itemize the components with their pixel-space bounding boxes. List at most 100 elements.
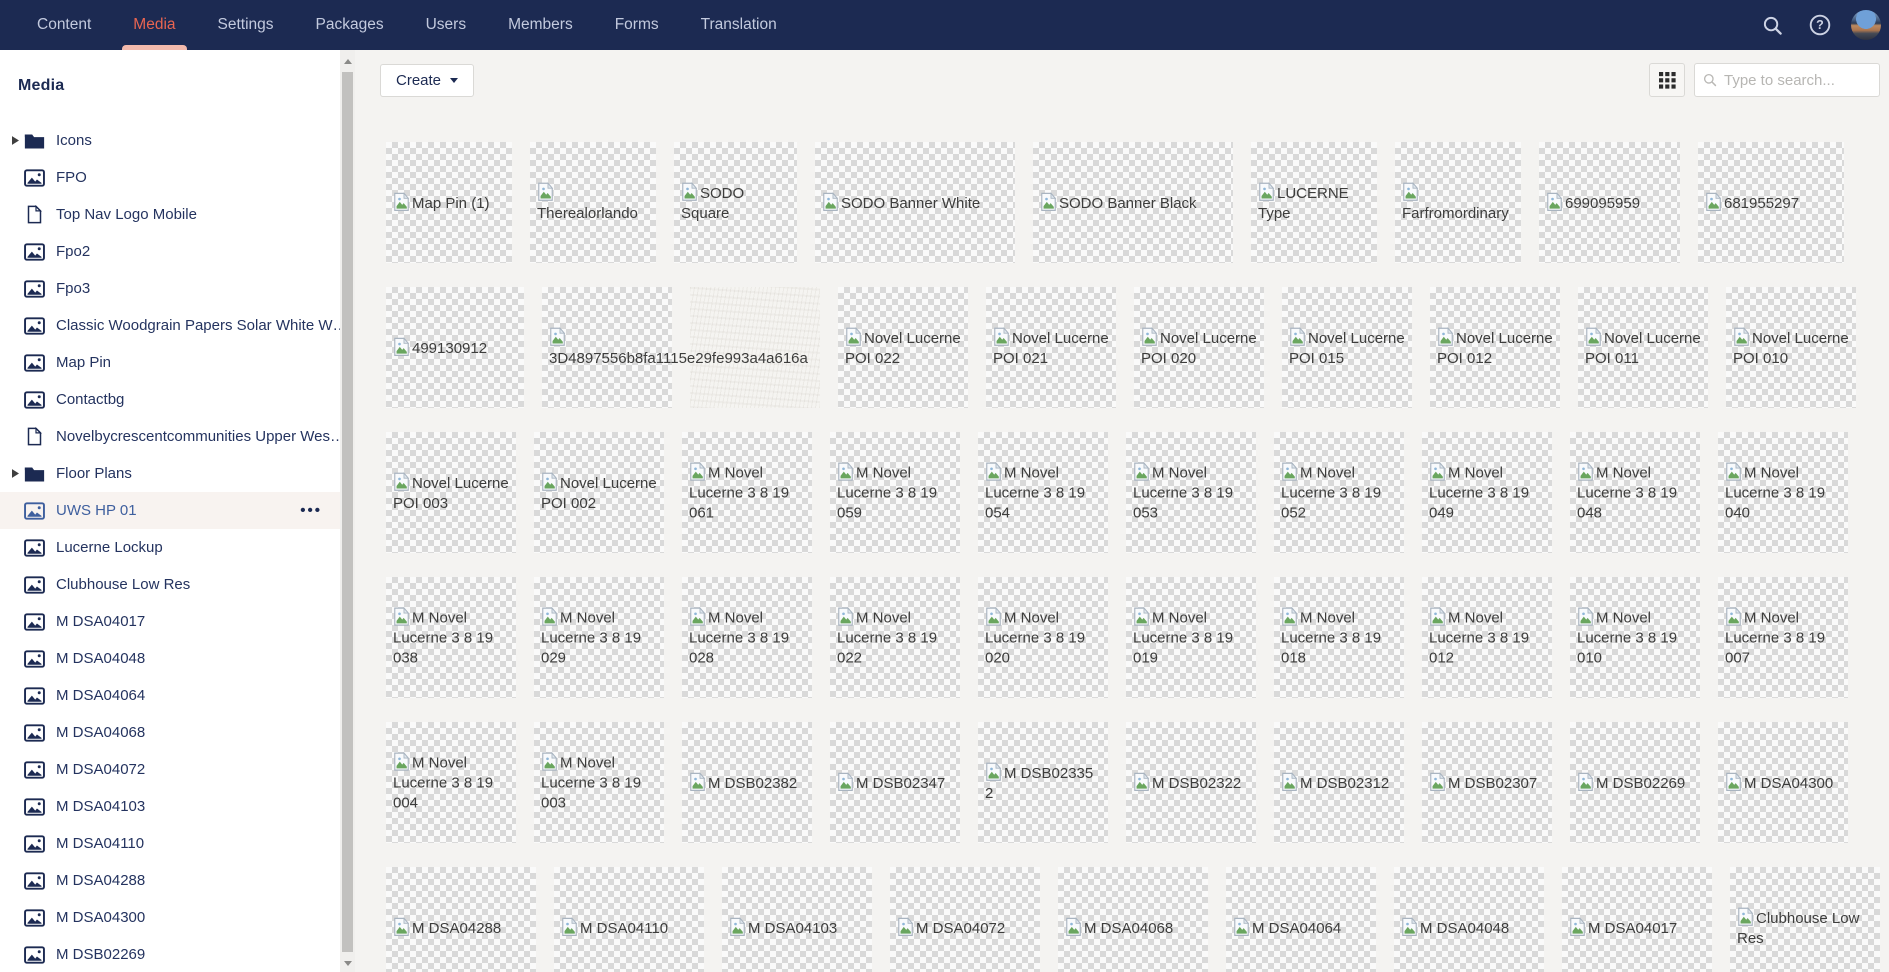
media-tile-m-novel-lucerne-3-8-19-029[interactable]: M Novel Lucerne 3 8 19 029 xyxy=(534,577,664,698)
media-tile-novel-lucerne-poi-010[interactable]: Novel Lucerne POI 010 xyxy=(1726,287,1856,408)
nav-item-packages[interactable]: Packages xyxy=(295,0,405,50)
media-tile-m-dsb02269[interactable]: M DSB02269 xyxy=(1570,722,1700,843)
media-tile-m-novel-lucerne-3-8-19-003[interactable]: M Novel Lucerne 3 8 19 003 xyxy=(534,722,664,843)
media-tile-m-dsb02335-2[interactable]: M DSB02335 2 xyxy=(978,722,1108,843)
grid-view-toggle-button[interactable] xyxy=(1649,63,1685,97)
media-tile-map-pin-1[interactable]: Map Pin (1) xyxy=(386,142,512,263)
media-tile-m-novel-lucerne-3-8-19-028[interactable]: M Novel Lucerne 3 8 19 028 xyxy=(682,577,812,698)
media-tile-m-dsa04110[interactable]: M DSA04110 xyxy=(554,867,704,972)
media-tile-m-novel-lucerne-3-8-19-004[interactable]: M Novel Lucerne 3 8 19 004 xyxy=(386,722,516,843)
media-tile-m-dsb02347[interactable]: M DSB02347 xyxy=(830,722,960,843)
media-tile-novel-lucerne-poi-020[interactable]: Novel Lucerne POI 020 xyxy=(1134,287,1264,408)
media-tile-clubhouse-low-res[interactable]: Clubhouse Low Res xyxy=(1730,867,1880,972)
media-tile-m-novel-lucerne-3-8-19-038[interactable]: M Novel Lucerne 3 8 19 038 xyxy=(386,577,516,698)
media-tile-novel-lucerne-poi-002[interactable]: Novel Lucerne POI 002 xyxy=(534,432,664,553)
media-tile-m-dsa04288[interactable]: M DSA04288 xyxy=(386,867,536,972)
create-button[interactable]: Create xyxy=(380,64,474,97)
sidebar-item-m-dsa04288[interactable]: M DSA04288 xyxy=(0,862,340,899)
item-actions-button[interactable]: ••• xyxy=(300,502,322,519)
media-tile-m-dsb02382[interactable]: M DSB02382 xyxy=(682,722,812,843)
media-search-input[interactable] xyxy=(1724,72,1871,89)
expand-caret[interactable] xyxy=(8,136,23,145)
sidebar-item-icons[interactable]: Icons xyxy=(0,122,340,159)
scrollbar-thumb[interactable] xyxy=(342,72,353,952)
sidebar-item-clubhouse-low-res[interactable]: Clubhouse Low Res xyxy=(0,566,340,603)
nav-item-forms[interactable]: Forms xyxy=(594,0,680,50)
media-tile-m-novel-lucerne-3-8-19-061[interactable]: M Novel Lucerne 3 8 19 061 xyxy=(682,432,812,553)
media-tile-farfromordinary[interactable]: Farfromordinary xyxy=(1395,142,1521,263)
sidebar-item-fpo[interactable]: FPO xyxy=(0,159,340,196)
media-tile-novel-lucerne-poi-011[interactable]: Novel Lucerne POI 011 xyxy=(1578,287,1708,408)
media-tile-m-novel-lucerne-3-8-19-022[interactable]: M Novel Lucerne 3 8 19 022 xyxy=(830,577,960,698)
user-avatar[interactable] xyxy=(1851,10,1881,40)
media-tile-499130912[interactable]: 499130912 xyxy=(386,287,524,408)
media-tile-novel-lucerne-poi-022[interactable]: Novel Lucerne POI 022 xyxy=(838,287,968,408)
sidebar-item-m-dsa04300[interactable]: M DSA04300 xyxy=(0,899,340,936)
media-tile-m-dsa04017[interactable]: M DSA04017 xyxy=(1562,867,1712,972)
media-tile-sodo-banner-black[interactable]: SODO Banner Black xyxy=(1033,142,1233,263)
sidebar-item-floor-plans[interactable]: Floor Plans xyxy=(0,455,340,492)
media-tile-681955297[interactable]: 681955297 xyxy=(1698,142,1844,263)
media-tile-m-novel-lucerne-3-8-19-053[interactable]: M Novel Lucerne 3 8 19 053 xyxy=(1126,432,1256,553)
sidebar-item-top-nav-logo-mobile[interactable]: Top Nav Logo Mobile xyxy=(0,196,340,233)
media-tile-m-novel-lucerne-3-8-19-048[interactable]: M Novel Lucerne 3 8 19 048 xyxy=(1570,432,1700,553)
media-tile-novel-lucerne-poi-003[interactable]: Novel Lucerne POI 003 xyxy=(386,432,516,553)
media-tile-novel-lucerne-poi-015[interactable]: Novel Lucerne POI 015 xyxy=(1282,287,1412,408)
sidebar-item-m-dsa04110[interactable]: M DSA04110 xyxy=(0,825,340,862)
expand-caret[interactable] xyxy=(8,469,23,478)
media-tile-3d4897556b8fa1115e29fe993a4a616a[interactable]: 3D4897556b8fa1115e29fe993a4a616a xyxy=(542,287,672,408)
media-tile-therealorlando[interactable]: Therealorlando xyxy=(530,142,656,263)
nav-item-media[interactable]: Media xyxy=(112,0,196,50)
sidebar-item-m-dsa04064[interactable]: M DSA04064 xyxy=(0,677,340,714)
media-tile-m-dsa04048[interactable]: M DSA04048 xyxy=(1394,867,1544,972)
media-tile-m-novel-lucerne-3-8-19-040[interactable]: M Novel Lucerne 3 8 19 040 xyxy=(1718,432,1848,553)
nav-item-settings[interactable]: Settings xyxy=(197,0,295,50)
sidebar-item-m-dsb02269[interactable]: M DSB02269 xyxy=(0,936,340,972)
help-button[interactable]: ? xyxy=(1803,8,1837,42)
sidebar-item-lucerne-lockup[interactable]: Lucerne Lockup xyxy=(0,529,340,566)
media-tile-novel-lucerne-poi-021[interactable]: Novel Lucerne POI 021 xyxy=(986,287,1116,408)
global-search-button[interactable] xyxy=(1755,8,1789,42)
media-tile-sodo-square[interactable]: SODO Square xyxy=(674,142,797,263)
sidebar-item-m-dsa04048[interactable]: M DSA04048 xyxy=(0,640,340,677)
media-tile-m-novel-lucerne-3-8-19-020[interactable]: M Novel Lucerne 3 8 19 020 xyxy=(978,577,1108,698)
media-tile-sodo-banner-white[interactable]: SODO Banner White xyxy=(815,142,1015,263)
media-tile-699095959[interactable]: 699095959 xyxy=(1539,142,1680,263)
sidebar-item-m-dsa04072[interactable]: M DSA04072 xyxy=(0,751,340,788)
media-tile-paper-texture-image[interactable] xyxy=(690,287,820,408)
scroll-down-arrow[interactable] xyxy=(340,956,355,970)
scroll-up-arrow[interactable] xyxy=(340,54,355,68)
sidebar-item-classic-woodgrain-papers-solar-white-w[interactable]: Classic Woodgrain Papers Solar White W… xyxy=(0,307,340,344)
media-tile-m-dsa04068[interactable]: M DSA04068 xyxy=(1058,867,1208,972)
sidebar-item-novelbycrescentcommunities-upper-wes[interactable]: Novelbycrescentcommunities Upper Wes… xyxy=(0,418,340,455)
sidebar-item-m-dsa04017[interactable]: M DSA04017 xyxy=(0,603,340,640)
sidebar-item-contactbg[interactable]: Contactbg xyxy=(0,381,340,418)
media-tile-m-dsa04072[interactable]: M DSA04072 xyxy=(890,867,1040,972)
sidebar-item-fpo3[interactable]: Fpo3 xyxy=(0,270,340,307)
media-tile-m-novel-lucerne-3-8-19-018[interactable]: M Novel Lucerne 3 8 19 018 xyxy=(1274,577,1404,698)
media-tile-m-novel-lucerne-3-8-19-054[interactable]: M Novel Lucerne 3 8 19 054 xyxy=(978,432,1108,553)
media-tile-m-dsa04103[interactable]: M DSA04103 xyxy=(722,867,872,972)
sidebar-item-m-dsa04068[interactable]: M DSA04068 xyxy=(0,714,340,751)
nav-item-users[interactable]: Users xyxy=(405,0,487,50)
media-tile-m-dsb02307[interactable]: M DSB02307 xyxy=(1422,722,1552,843)
media-tile-m-novel-lucerne-3-8-19-052[interactable]: M Novel Lucerne 3 8 19 052 xyxy=(1274,432,1404,553)
media-tile-m-novel-lucerne-3-8-19-019[interactable]: M Novel Lucerne 3 8 19 019 xyxy=(1126,577,1256,698)
nav-item-members[interactable]: Members xyxy=(487,0,594,50)
sidebar-item-uws-hp-01[interactable]: UWS HP 01••• xyxy=(0,492,340,529)
nav-item-translation[interactable]: Translation xyxy=(680,0,798,50)
nav-item-content[interactable]: Content xyxy=(16,0,112,50)
media-tile-m-dsa04300[interactable]: M DSA04300 xyxy=(1718,722,1848,843)
sidebar-item-fpo2[interactable]: Fpo2 xyxy=(0,233,340,270)
sidebar-item-map-pin[interactable]: Map Pin xyxy=(0,344,340,381)
media-tile-m-dsb02322[interactable]: M DSB02322 xyxy=(1126,722,1256,843)
media-tile-m-novel-lucerne-3-8-19-049[interactable]: M Novel Lucerne 3 8 19 049 xyxy=(1422,432,1552,553)
media-tile-m-dsb02312[interactable]: M DSB02312 xyxy=(1274,722,1404,843)
media-tile-novel-lucerne-poi-012[interactable]: Novel Lucerne POI 012 xyxy=(1430,287,1560,408)
media-tile-m-novel-lucerne-3-8-19-059[interactable]: M Novel Lucerne 3 8 19 059 xyxy=(830,432,960,553)
media-tile-m-novel-lucerne-3-8-19-007[interactable]: M Novel Lucerne 3 8 19 007 xyxy=(1718,577,1848,698)
media-tile-m-novel-lucerne-3-8-19-010[interactable]: M Novel Lucerne 3 8 19 010 xyxy=(1570,577,1700,698)
media-tile-lucerne-type[interactable]: LUCERNE Type xyxy=(1251,142,1377,263)
media-tile-m-dsa04064[interactable]: M DSA04064 xyxy=(1226,867,1376,972)
media-tile-m-novel-lucerne-3-8-19-012[interactable]: M Novel Lucerne 3 8 19 012 xyxy=(1422,577,1552,698)
